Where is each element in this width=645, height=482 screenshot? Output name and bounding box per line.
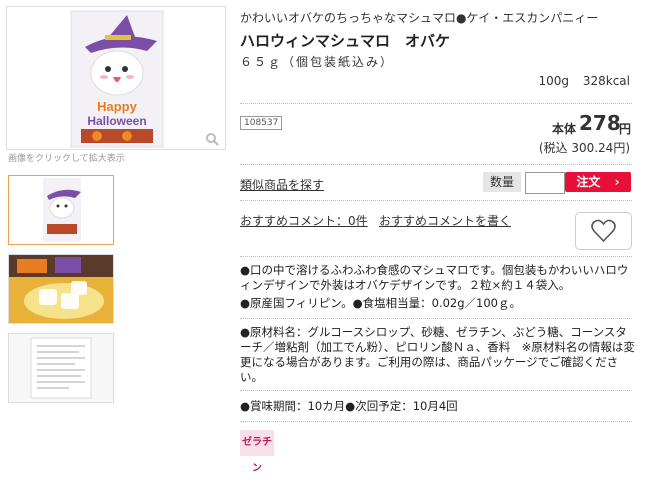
gelatin-badge: ゼラチン	[240, 430, 274, 474]
image-caption: 画像をクリックして拡大表示	[8, 154, 125, 164]
zoom-icon[interactable]	[205, 131, 219, 146]
price-label: 本体	[552, 122, 577, 136]
divider	[240, 200, 632, 201]
description-origin: ●原産国フィリピン。●食塩相当量：0.02g／100ｇ。	[240, 296, 522, 310]
divider	[240, 318, 632, 319]
quantity-label: 数量	[483, 172, 521, 192]
write-comment-link[interactable]: おすすめコメントを書く	[379, 212, 511, 229]
nutrition-info: 100g 328kcal	[538, 74, 630, 88]
package-logo-text: Happy	[97, 99, 138, 114]
description-expiry: ●賞味期間：10カ月●次回予定：10月4回	[240, 399, 458, 413]
description-main: ●口の中で溶けるふわふわ食感のマシュマロです。個包装もかわいいハロウィンデザイン…	[240, 263, 629, 292]
divider	[240, 164, 632, 165]
svg-text:Halloween: Halloween	[87, 114, 146, 128]
product-title: ハロウィンマシュマロ オバケ	[240, 32, 451, 50]
heart-icon	[591, 219, 616, 243]
product-code: 108537	[240, 116, 283, 130]
thumbnail-2[interactable]	[8, 254, 114, 324]
divider	[240, 421, 632, 422]
order-button-label: 注文	[576, 175, 601, 189]
price-value: 278	[579, 111, 621, 135]
order-button[interactable]: 注文 ›	[565, 172, 631, 192]
divider	[240, 256, 632, 257]
chevron-right-icon: ›	[614, 175, 620, 189]
thumbnail-3[interactable]	[8, 333, 114, 403]
comment-count-link[interactable]: おすすめコメント：0件	[240, 212, 368, 229]
main-product-image[interactable]: Happy Halloween	[6, 6, 226, 150]
favorite-button[interactable]	[575, 212, 632, 250]
quantity-input[interactable]	[525, 172, 565, 194]
price-unit: 円	[619, 122, 632, 136]
description-ingredients: ●原材料名：グルコースシロップ、砂糖、ゼラチン、ぶどう糖、コーンスターチ／増粘剤…	[240, 325, 635, 384]
divider	[240, 390, 632, 391]
similar-products-link[interactable]: 類似商品を探す	[240, 176, 324, 193]
thumbnail-1[interactable]	[8, 175, 114, 245]
product-subtitle: かわいいオバケのちっちゃなマシュマロ●ケイ・エスカンパニィー	[240, 11, 599, 25]
price-tax-included: (税込 300.24円)	[538, 141, 630, 155]
product-weight: ６５ｇ（個包装紙込み）	[240, 55, 395, 69]
divider	[240, 103, 632, 104]
